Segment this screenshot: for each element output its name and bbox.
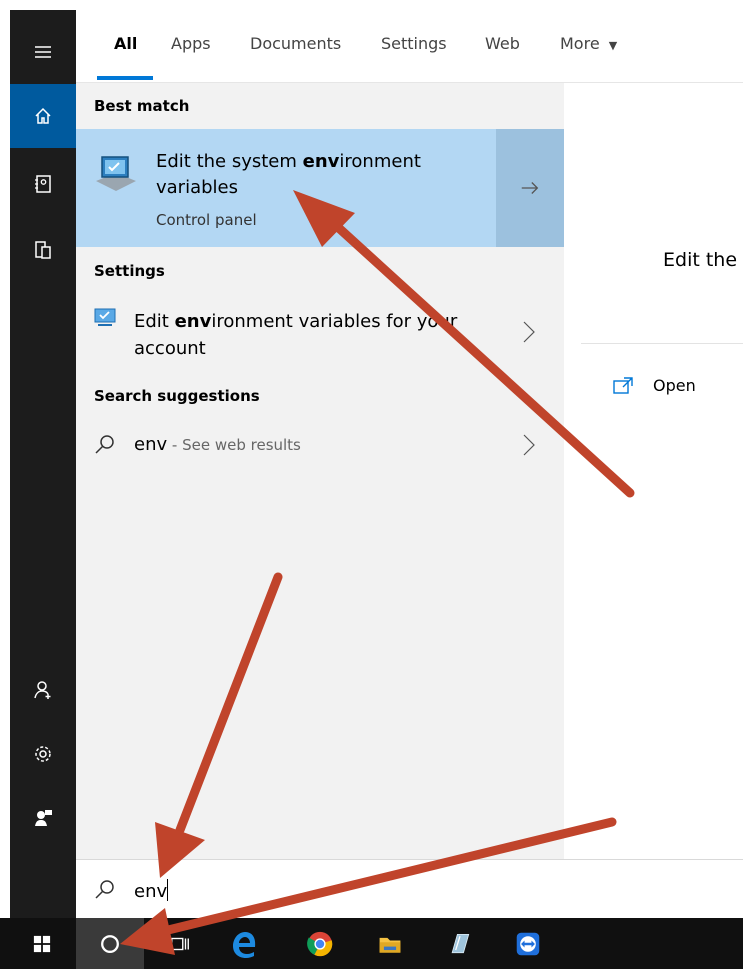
devices-icon [35,241,51,259]
best-match-title-bold: env [302,151,340,172]
settings-result-bold: env [174,311,212,332]
start-rail [10,10,76,918]
best-match-title: Edit the system environment variables [156,149,421,201]
best-match-title-pre: Edit the system [156,151,303,172]
home-button[interactable] [10,84,76,148]
chevron-right-icon [523,321,535,343]
edge-button[interactable] [212,918,276,969]
start-button[interactable] [10,918,74,969]
best-match-heading: Best match [94,97,190,115]
settings-result-item[interactable]: Edit environment variables for your acco… [76,298,564,364]
feedback-icon [35,810,52,826]
teamviewer-icon [516,932,540,955]
open-action[interactable]: Open [613,376,696,395]
tab-documents[interactable]: Documents [250,34,341,53]
web-suggestion-rest: - See web results [167,436,301,454]
devices-button[interactable] [10,218,76,282]
cortana-ring-icon [101,934,119,953]
app-button[interactable] [428,918,492,969]
file-explorer-button[interactable] [358,918,422,969]
teamviewer-button[interactable] [496,918,560,969]
preview-divider [581,343,743,344]
open-label: Open [653,376,696,395]
glass-app-icon [451,933,470,953]
tab-all[interactable]: All [114,34,137,53]
task-view-icon [171,937,189,950]
best-match-expand-button[interactable] [496,129,564,247]
caret-down-icon: ▼ [608,39,618,52]
arrow-right-icon [521,182,539,194]
settings-heading: Settings [94,262,165,280]
tab-settings[interactable]: Settings [381,34,447,53]
best-match-title-line2: variables [156,177,238,198]
search-query-text: env [134,881,168,902]
taskbar [0,918,743,969]
monitor-settings-icon [94,308,116,326]
notebook-icon [35,175,51,193]
best-match-title-post: ironment [339,151,421,172]
hamburger-icon [35,46,51,58]
home-icon [35,107,51,124]
preview-pane: Edit the Open [581,101,743,857]
chrome-button[interactable] [288,918,352,969]
search-suggestions-heading: Search suggestions [94,387,260,405]
search-box[interactable]: env [76,859,743,919]
settings-result-text: Edit environment variables for your acco… [134,308,457,362]
chevron-right-icon [523,434,535,456]
web-suggestion-text: env - See web results [134,434,301,455]
results-panel: Best match Edit the system environment v… [76,83,564,859]
tab-web[interactable]: Web [485,34,520,53]
best-match-item[interactable]: Edit the system environment variables Co… [76,129,496,247]
person-add-icon [34,681,51,699]
tab-more-label: More [560,34,600,53]
control-panel-icon [96,156,136,191]
gear-icon [35,746,51,762]
search-icon [95,435,114,454]
preview-title: Edit the [663,249,738,271]
active-tab-indicator [97,76,153,80]
folder-icon [379,937,401,953]
web-suggestion-query: env [134,434,168,455]
text-cursor [167,879,169,901]
settings-button[interactable] [10,722,76,786]
search-query[interactable]: env [134,879,169,902]
account-button[interactable] [10,658,76,722]
cortana-button[interactable] [76,918,144,969]
web-suggestion-item[interactable]: env - See web results [76,423,564,467]
open-icon [613,376,633,394]
windows-logo-icon [33,935,51,952]
tab-apps[interactable]: Apps [171,34,211,53]
hamburger-menu-button[interactable] [10,20,76,84]
settings-result-post: ironment variables for your [211,311,458,332]
search-icon [95,880,114,899]
settings-result-line2: account [134,338,206,359]
chrome-browser-icon [307,931,333,956]
filter-tabs: All Apps Documents Settings Web More ▼ [76,10,743,83]
tab-more[interactable]: More ▼ [560,34,617,53]
settings-result-pre: Edit [134,311,175,332]
edge-browser-icon [233,931,256,958]
notebook-button[interactable] [10,152,76,216]
feedback-button[interactable] [10,786,76,850]
best-match-subtitle: Control panel [156,211,257,229]
task-view-button[interactable] [148,918,212,969]
